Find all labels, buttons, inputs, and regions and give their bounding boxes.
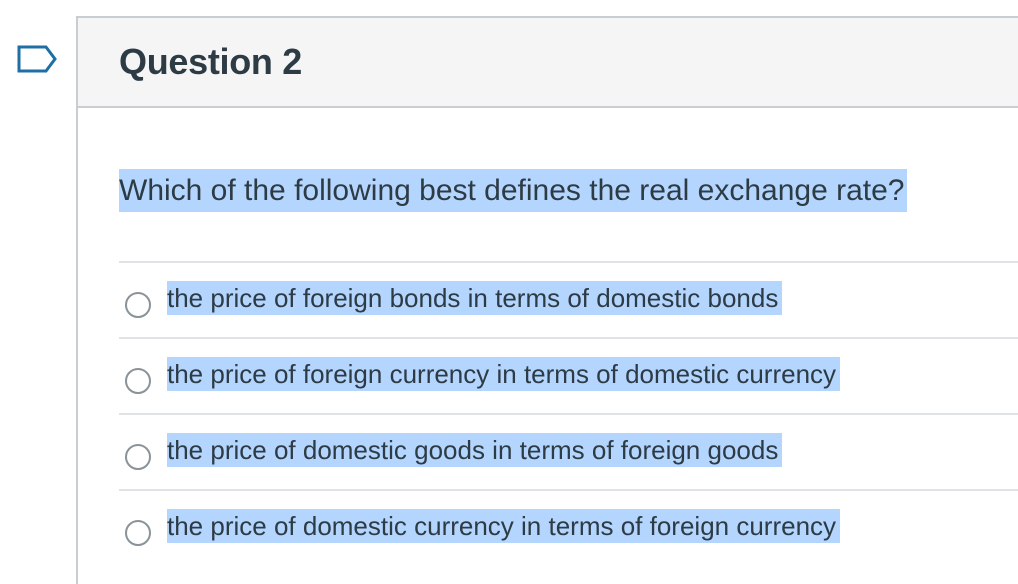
question-prompt: Which of the following best defines the … bbox=[119, 166, 1018, 216]
answer-option[interactable]: the price of domestic currency in terms … bbox=[119, 491, 1018, 565]
radio-button[interactable] bbox=[125, 292, 151, 318]
answer-option[interactable]: the price of foreign bonds in terms of d… bbox=[119, 263, 1018, 339]
radio-button[interactable] bbox=[125, 368, 151, 394]
answer-option[interactable]: the price of foreign currency in terms o… bbox=[119, 339, 1018, 415]
answer-list: the price of foreign bonds in terms of d… bbox=[119, 261, 1018, 565]
question-prompt-text: Which of the following best defines the … bbox=[119, 169, 908, 212]
question-header: Question 2 bbox=[78, 18, 1018, 108]
question-card: Question 2 Which of the following best d… bbox=[76, 16, 1018, 584]
radio-button[interactable] bbox=[125, 520, 151, 546]
answer-label[interactable]: the price of domestic goods in terms of … bbox=[167, 433, 783, 467]
radio-button[interactable] bbox=[125, 444, 151, 470]
quiz-page: Question 2 Which of the following best d… bbox=[0, 0, 1018, 584]
answer-label[interactable]: the price of foreign bonds in terms of d… bbox=[167, 281, 783, 315]
answer-option[interactable]: the price of domestic goods in terms of … bbox=[119, 415, 1018, 491]
answer-label[interactable]: the price of foreign currency in terms o… bbox=[167, 357, 841, 391]
question-body: Which of the following best defines the … bbox=[78, 166, 1018, 565]
question-title: Question 2 bbox=[119, 41, 303, 82]
flag-question-icon[interactable] bbox=[16, 44, 58, 74]
answer-label[interactable]: the price of domestic currency in terms … bbox=[167, 509, 841, 543]
